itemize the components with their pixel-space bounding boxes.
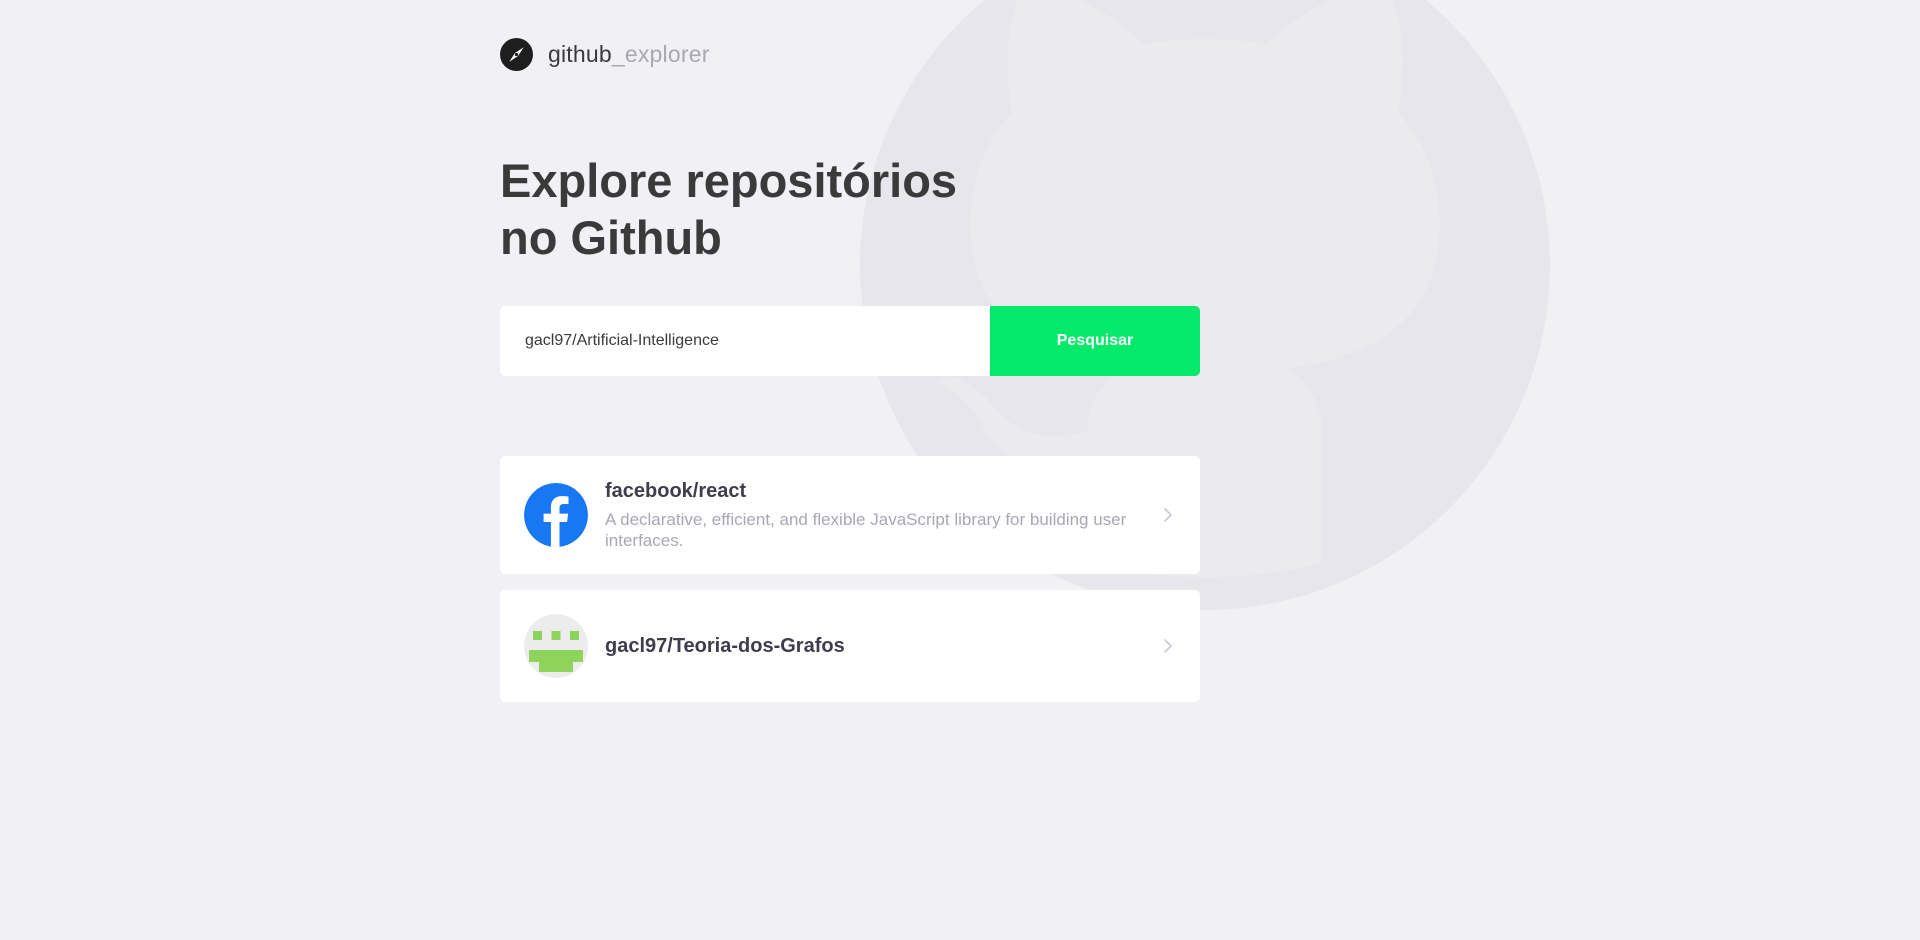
- repository-description: A declarative, efficient, and flexible J…: [605, 509, 1127, 550]
- chevron-right-icon: [1164, 508, 1172, 522]
- brand-name-main: github: [548, 40, 612, 67]
- page-title-line-1: Explore repositórios: [500, 154, 958, 207]
- brand-name: github_explorer: [548, 41, 710, 68]
- search-input[interactable]: [500, 306, 990, 376]
- search-form: Pesquisar: [500, 306, 1200, 376]
- page-container: github_explorer Explore repositórios no G…: [500, 0, 1200, 937]
- repository-card[interactable]: facebook/react A declarative, efficient,…: [500, 456, 1200, 574]
- chevron-right-icon: [1164, 639, 1172, 653]
- app-header: github_explorer: [500, 37, 710, 71]
- search-button[interactable]: Pesquisar: [990, 306, 1200, 376]
- repository-info: gacl97/Teoria-dos-Grafos: [605, 635, 1146, 658]
- repository-card[interactable]: gacl97/Teoria-dos-Grafos: [500, 590, 1200, 702]
- repository-name: gacl97/Teoria-dos-Grafos: [605, 634, 845, 657]
- compass-icon: [500, 37, 533, 71]
- facebook-logo-icon: [524, 483, 588, 547]
- repository-info: facebook/react A declarative, efficient,…: [605, 480, 1146, 551]
- brand-name-suffix: _explorer: [611, 40, 710, 67]
- identicon-avatar-icon: [524, 614, 588, 678]
- repository-list: facebook/react A declarative, efficient,…: [500, 456, 1200, 702]
- page-title-line-2: no Github: [500, 211, 722, 264]
- page-title: Explore repositórios no Github: [500, 152, 1020, 266]
- repository-name: facebook/react: [605, 479, 747, 502]
